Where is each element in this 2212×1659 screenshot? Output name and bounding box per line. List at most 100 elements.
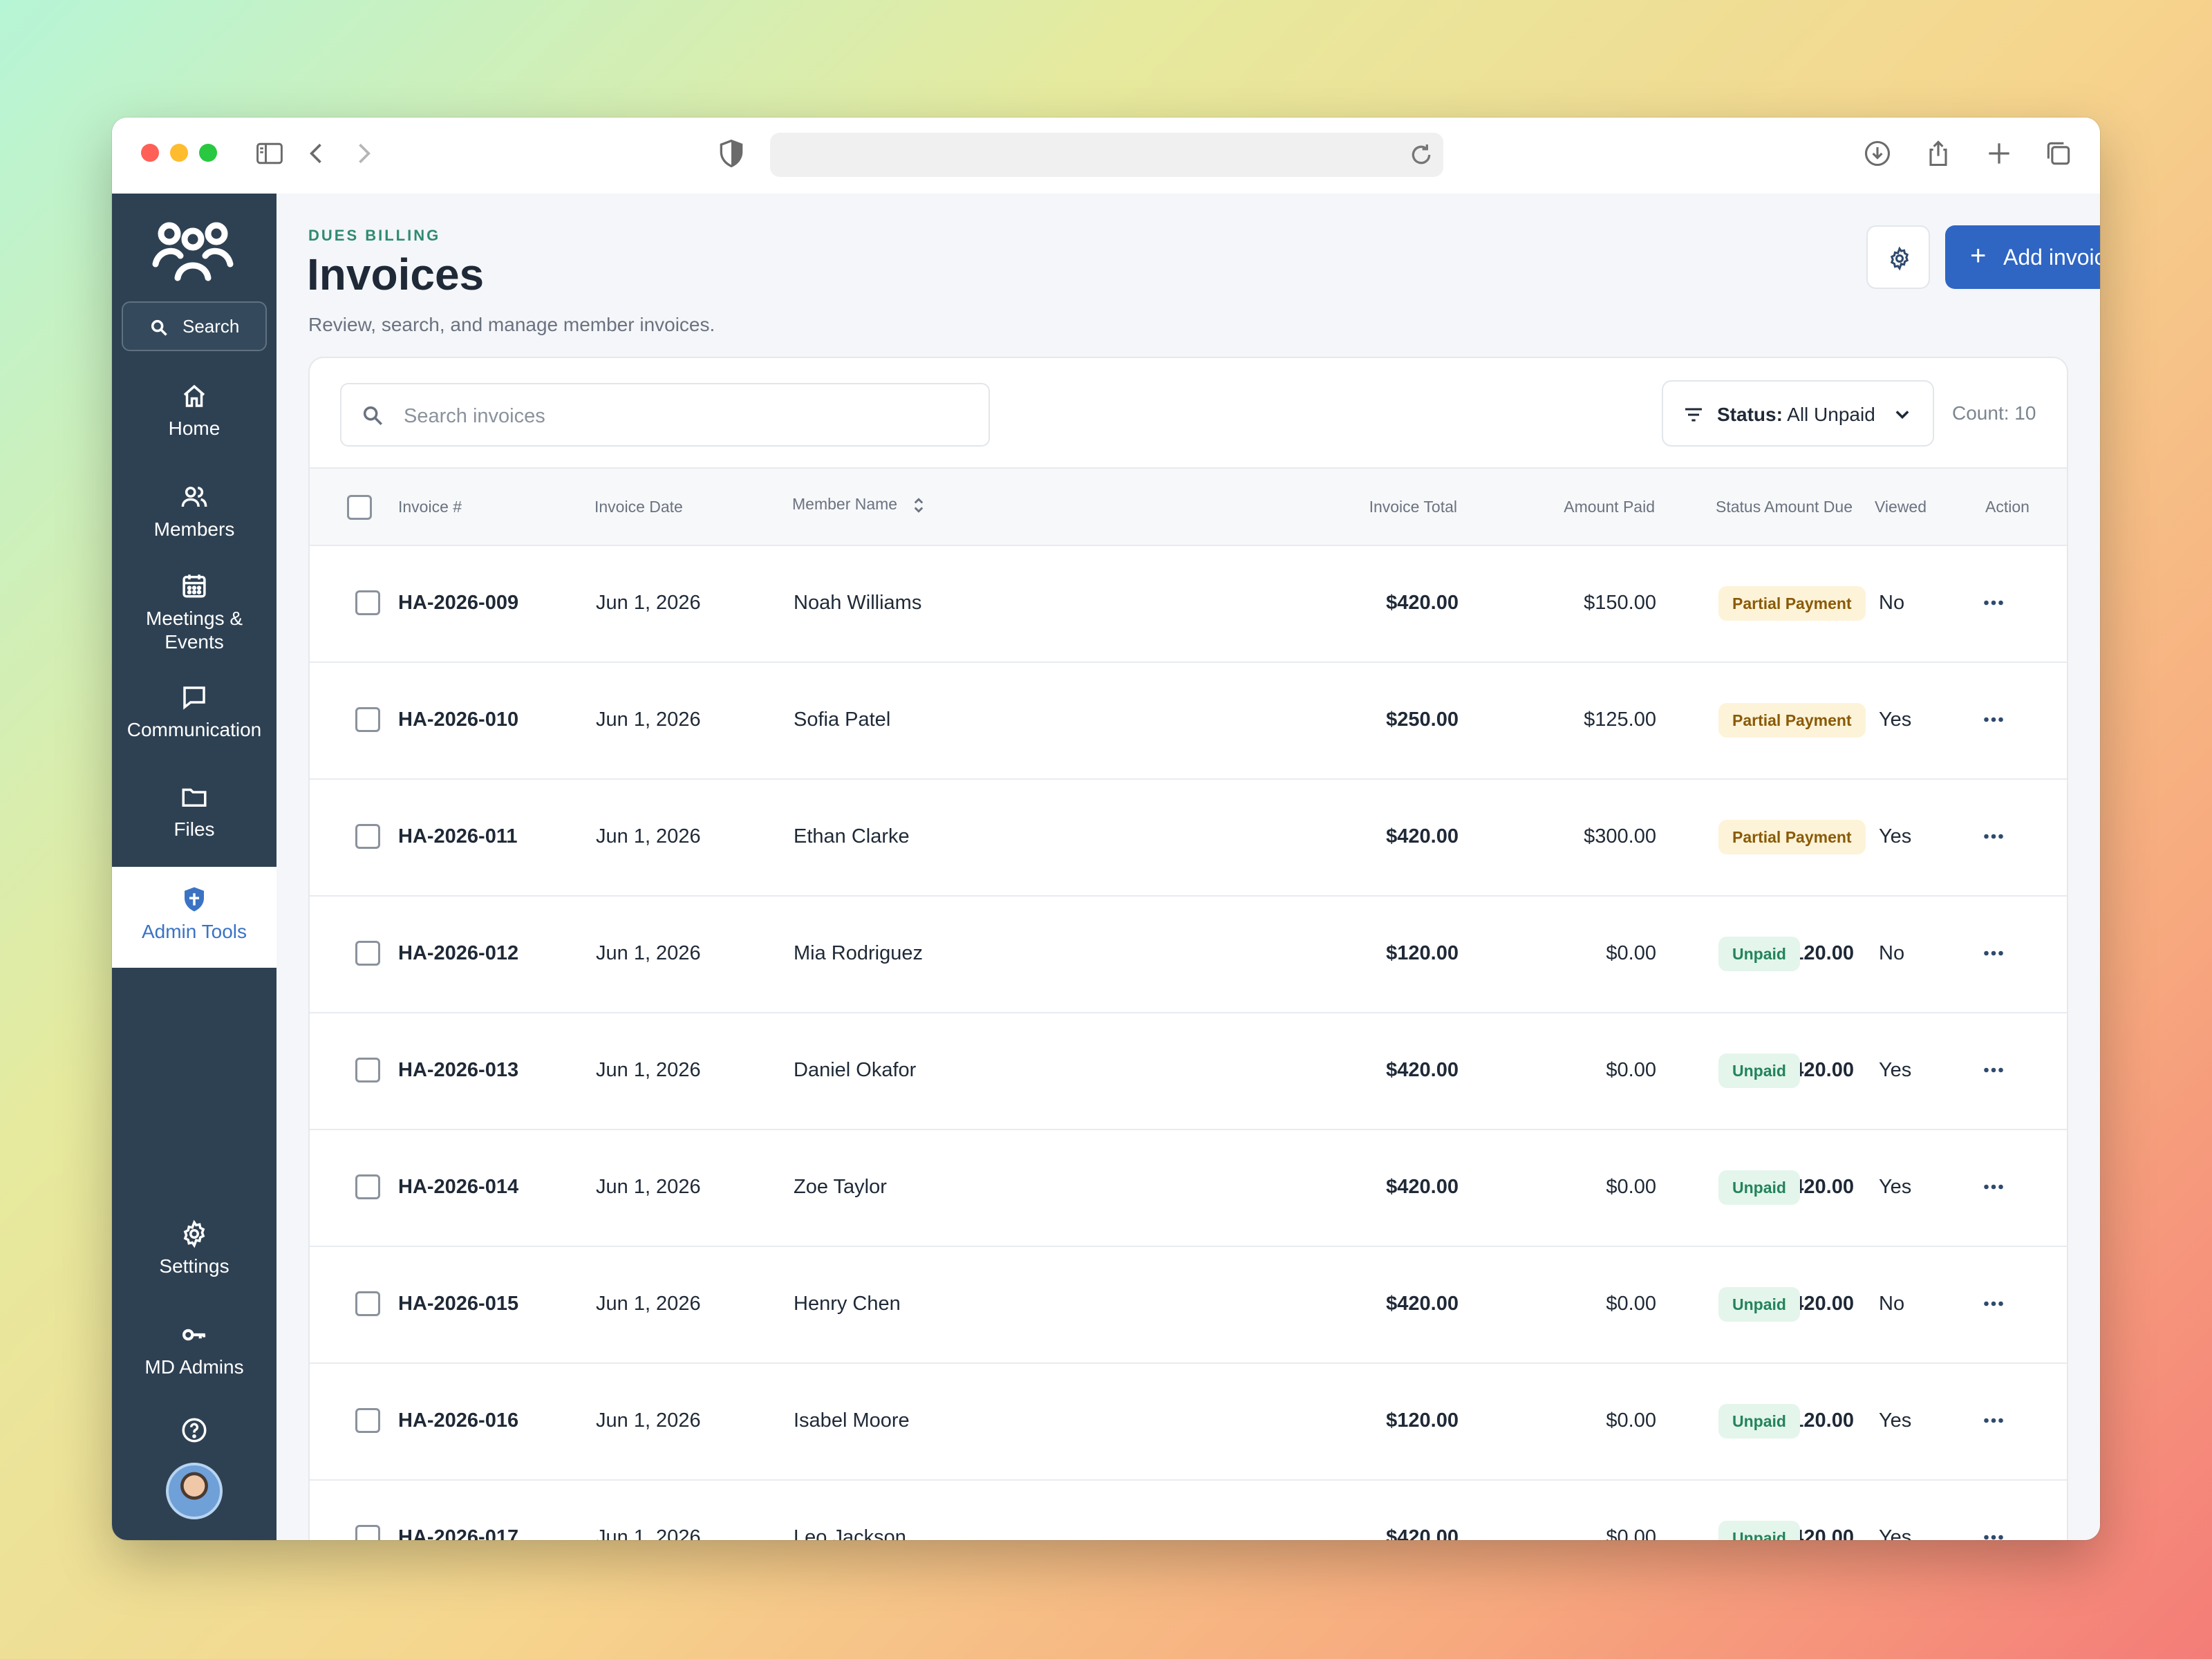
sort-icon[interactable]	[912, 496, 926, 515]
more-actions-icon[interactable]	[1981, 590, 2006, 615]
more-actions-icon[interactable]	[1981, 707, 2006, 732]
more-actions-icon[interactable]	[1981, 824, 2006, 849]
invoice-number[interactable]: HA-2026-012	[398, 942, 518, 965]
sidebar-item-files[interactable]: Files	[112, 782, 276, 841]
more-actions-icon[interactable]	[1981, 1408, 2006, 1433]
invoice-total: $250.00	[1386, 709, 1459, 731]
sidebar-item-settings[interactable]: Settings	[112, 1219, 276, 1277]
table-row[interactable]: HA-2026-016 Jun 1, 2026 Isabel Moore $120.0…	[310, 1364, 2067, 1481]
invoice-number[interactable]: HA-2026-013	[398, 1059, 518, 1082]
close-window-button[interactable]	[141, 144, 159, 162]
row-checkbox[interactable]	[355, 1058, 380, 1082]
status-badge: Unpaid	[1718, 937, 1800, 971]
column-header-member-name[interactable]: Member Name	[792, 495, 926, 515]
table-row[interactable]: HA-2026-010 Jun 1, 2026 Sofia Patel $250.00…	[310, 663, 2067, 780]
table-row[interactable]: HA-2026-009 Jun 1, 2026 Noah Williams $420.…	[310, 546, 2067, 663]
table-row[interactable]: HA-2026-013 Jun 1, 2026 Daniel Okafor $420.…	[310, 1013, 2067, 1130]
member-name[interactable]: Isabel Moore	[794, 1409, 910, 1432]
invoice-number[interactable]: HA-2026-009	[398, 592, 518, 615]
back-icon[interactable]	[301, 138, 332, 169]
browser-window: Search Home Members Meetings & Events Co…	[112, 118, 2100, 1540]
invoice-number[interactable]: HA-2026-016	[398, 1409, 518, 1432]
table-header: Invoice # Invoice Date Member Name Invoi…	[310, 467, 2067, 546]
member-name[interactable]: Daniel Okafor	[794, 1059, 916, 1082]
invoice-total: $120.00	[1386, 1409, 1459, 1432]
invoice-settings-button[interactable]	[1866, 225, 1930, 289]
reload-icon[interactable]	[1407, 141, 1435, 169]
row-checkbox[interactable]	[355, 941, 380, 966]
member-name[interactable]: Henry Chen	[794, 1293, 901, 1315]
sidebar-search-button[interactable]: Search	[122, 301, 267, 351]
invoice-number[interactable]: HA-2026-011	[398, 825, 518, 848]
minimize-window-button[interactable]	[170, 144, 188, 162]
column-header-invoice-number[interactable]: Invoice #	[398, 498, 462, 516]
invoice-search-input[interactable]	[404, 397, 971, 435]
invoice-number[interactable]: HA-2026-014	[398, 1176, 518, 1199]
row-checkbox[interactable]	[355, 707, 380, 732]
download-icon[interactable]	[1862, 138, 1893, 169]
new-tab-icon[interactable]	[1984, 138, 2014, 169]
sidebar-item-label: Admin Tools	[141, 921, 247, 942]
address-bar[interactable]	[770, 133, 1443, 177]
column-header-amount-paid[interactable]: Amount Paid	[1475, 498, 1655, 516]
amount-paid: $0.00	[1606, 1293, 1656, 1315]
table-row[interactable]: HA-2026-017 Jun 1, 2026 Leo Jackson $420.00…	[310, 1481, 2067, 1540]
table-row[interactable]: HA-2026-011 Jun 1, 2026 Ethan Clarke $420.0…	[310, 780, 2067, 897]
status-filter-dropdown[interactable]: Status: All Unpaid	[1662, 380, 1934, 447]
more-actions-icon[interactable]	[1981, 1058, 2006, 1082]
select-all-checkbox[interactable]	[347, 495, 372, 520]
privacy-shield-icon[interactable]	[716, 138, 747, 169]
page-title: Invoices	[307, 250, 485, 299]
column-header-amount-due[interactable]: Amount Due	[1673, 498, 1853, 516]
table-row[interactable]: HA-2026-014 Jun 1, 2026 Zoe Taylor $420.00 $…	[310, 1130, 2067, 1247]
user-avatar[interactable]	[166, 1463, 223, 1519]
member-name[interactable]: Noah Williams	[794, 592, 921, 615]
viewed-value: Yes	[1879, 1526, 1912, 1540]
column-header-status[interactable]: Status	[1716, 498, 1761, 516]
invoice-number[interactable]: HA-2026-010	[398, 709, 518, 731]
amount-paid: $300.00	[1584, 825, 1656, 847]
members-icon	[180, 482, 209, 512]
column-header-invoice-total[interactable]: Invoice Total	[1277, 498, 1457, 516]
row-checkbox[interactable]	[355, 824, 380, 849]
table-row[interactable]: HA-2026-012 Jun 1, 2026 Mia Rodriguez $120.…	[310, 897, 2067, 1013]
sidebar-item-md-admins[interactable]: MD Admins	[112, 1320, 276, 1378]
invoice-total: $120.00	[1386, 942, 1459, 964]
share-icon[interactable]	[1923, 138, 1953, 169]
member-name[interactable]: Mia Rodriguez	[794, 942, 923, 965]
chevron-down-icon	[1895, 411, 1909, 419]
member-name[interactable]: Leo Jackson	[794, 1526, 906, 1540]
sidebar-toggle-icon[interactable]	[254, 138, 285, 169]
column-header-invoice-date[interactable]: Invoice Date	[594, 498, 683, 516]
row-checkbox[interactable]	[355, 1525, 380, 1540]
sidebar-item-members[interactable]: Members	[112, 482, 276, 541]
row-checkbox[interactable]	[355, 1291, 380, 1316]
amount-paid: $0.00	[1606, 942, 1656, 964]
sidebar-item-admin-tools[interactable]: Admin Tools	[112, 867, 276, 968]
add-invoice-button[interactable]: + Add invoice	[1945, 225, 2100, 289]
member-name[interactable]: Zoe Taylor	[794, 1176, 887, 1199]
sidebar-item-meetings-events[interactable]: Meetings & Events	[112, 571, 276, 654]
status-badge: Partial Payment	[1718, 820, 1866, 854]
table-row[interactable]: HA-2026-015 Jun 1, 2026 Henry Chen $420.00 $…	[310, 1247, 2067, 1364]
member-name[interactable]: Ethan Clarke	[794, 825, 910, 848]
forward-icon[interactable]	[348, 138, 379, 169]
sidebar-item-communication[interactable]: Communication	[112, 683, 276, 741]
more-actions-icon[interactable]	[1981, 1174, 2006, 1199]
row-checkbox[interactable]	[355, 1174, 380, 1199]
folder-icon	[180, 782, 209, 812]
more-actions-icon[interactable]	[1981, 941, 2006, 966]
row-checkbox[interactable]	[355, 590, 380, 615]
more-actions-icon[interactable]	[1981, 1291, 2006, 1316]
sidebar-item-home[interactable]: Home	[112, 382, 276, 440]
column-header-viewed[interactable]: Viewed	[1875, 498, 1927, 516]
more-actions-icon[interactable]	[1981, 1525, 2006, 1540]
row-checkbox[interactable]	[355, 1408, 380, 1433]
maximize-window-button[interactable]	[199, 144, 217, 162]
invoice-number[interactable]: HA-2026-015	[398, 1293, 518, 1315]
tab-overview-icon[interactable]	[2043, 138, 2074, 169]
help-button[interactable]	[112, 1416, 276, 1452]
invoice-number[interactable]: HA-2026-017	[398, 1526, 518, 1540]
community-logo-icon[interactable]	[150, 217, 236, 283]
member-name[interactable]: Sofia Patel	[794, 709, 890, 731]
